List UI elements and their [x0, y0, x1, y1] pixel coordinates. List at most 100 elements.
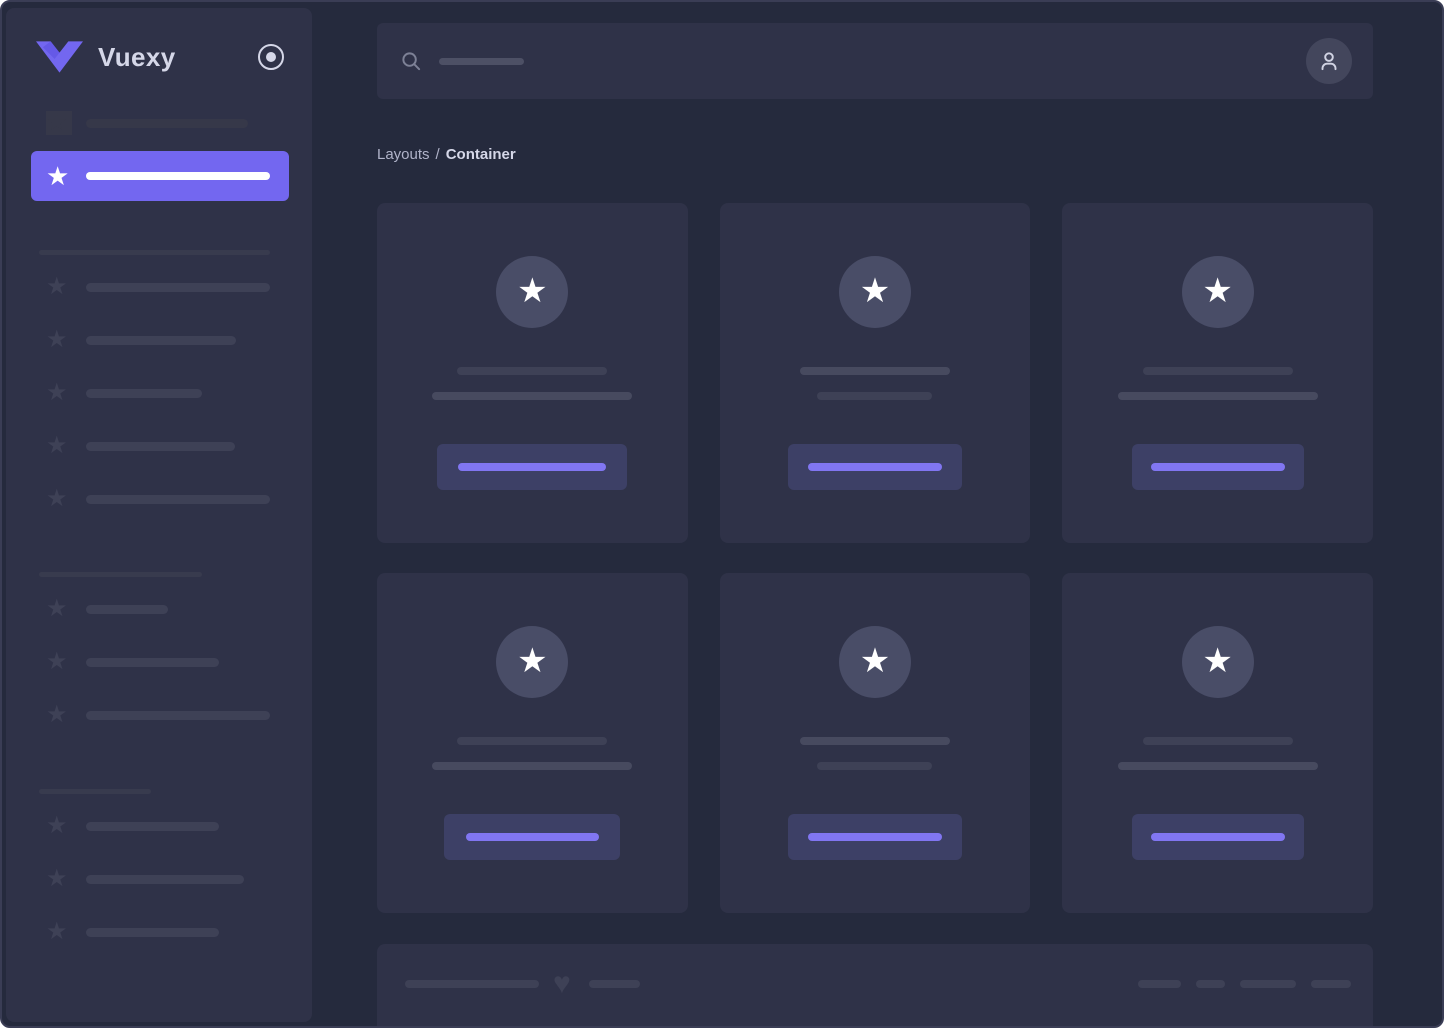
menu-label-placeholder	[86, 335, 236, 345]
sidebar-item-active[interactable]: ★	[31, 151, 289, 201]
card-avatar: ★	[1181, 626, 1254, 698]
card-avatar: ★	[838, 626, 911, 698]
sidebar-item[interactable]: ★	[31, 912, 289, 952]
search-icon	[402, 51, 421, 70]
card-subtitle-placeholder	[817, 392, 933, 400]
footer-links	[1138, 980, 1351, 988]
button-label-placeholder	[1150, 833, 1285, 841]
app-window: Vuexy ★ ★ ★ ★ ★ ★ ★ ★ ★ ★ ★ ★ ★ Layouts …	[0, 0, 1444, 1028]
sidebar-item[interactable]: ★	[31, 806, 289, 846]
heart-icon: ♥	[553, 967, 571, 1000]
card-title-placeholder	[1142, 737, 1293, 745]
footer-link-placeholder	[1196, 980, 1225, 988]
user-avatar[interactable]	[1306, 38, 1352, 84]
card-button[interactable]	[787, 444, 962, 490]
sidebar-menu: ★ ★ ★ ★ ★ ★ ★ ★ ★ ★ ★ ★ ★	[6, 103, 312, 965]
breadcrumb-current: Container	[445, 146, 516, 163]
search-bar[interactable]	[377, 23, 1373, 99]
button-label-placeholder	[458, 463, 607, 471]
footer-link-placeholder	[1311, 980, 1351, 988]
menu-label-placeholder	[86, 927, 219, 937]
star-icon: ★	[46, 812, 68, 839]
menu-pin-dot	[266, 52, 276, 62]
breadcrumb: Layouts / Container	[377, 146, 1373, 163]
card-title-placeholder	[1142, 367, 1293, 375]
menu-pin-icon[interactable]	[258, 44, 284, 70]
card-button[interactable]	[1131, 814, 1304, 860]
sidebar-item[interactable]: ★	[31, 642, 289, 682]
star-icon: ★	[46, 648, 68, 675]
placeholder-card: ★	[377, 203, 688, 543]
sidebar: Vuexy ★ ★ ★ ★ ★ ★ ★ ★ ★ ★ ★ ★ ★	[6, 8, 312, 1022]
search-placeholder-bar	[439, 57, 524, 65]
main-content: Layouts / Container ★ ★ ★ ★ ★ ★ ♥	[312, 2, 1442, 1026]
sidebar-item[interactable]: ★	[31, 373, 289, 413]
brand-row: Vuexy	[6, 39, 312, 75]
card-grid: ★ ★ ★ ★ ★ ★	[377, 203, 1373, 913]
placeholder-card: ★	[719, 203, 1031, 543]
menu-label-placeholder	[86, 821, 219, 831]
footer-text-placeholder	[588, 980, 640, 988]
star-icon: ★	[46, 595, 68, 622]
star-icon: ★	[1202, 272, 1233, 310]
menu-label-placeholder	[86, 657, 219, 667]
card-avatar: ★	[496, 626, 569, 698]
card-title-placeholder	[799, 367, 950, 375]
button-label-placeholder	[807, 463, 942, 471]
menu-label-placeholder	[86, 494, 270, 504]
star-icon: ★	[46, 485, 68, 512]
star-icon: ★	[46, 273, 68, 300]
menu-section-header-placeholder	[39, 789, 151, 794]
star-icon: ★	[46, 379, 68, 406]
menu-label-placeholder	[86, 874, 244, 884]
sidebar-item[interactable]: ★	[31, 320, 289, 360]
star-icon: ★	[46, 432, 68, 459]
card-button[interactable]	[444, 814, 621, 860]
menu-label-placeholder	[86, 441, 235, 451]
breadcrumb-separator: /	[435, 146, 440, 163]
menu-label-placeholder	[86, 282, 270, 292]
footer-link-placeholder	[1240, 980, 1296, 988]
card-subtitle-placeholder	[432, 762, 633, 770]
card-button[interactable]	[437, 444, 628, 490]
star-icon: ★	[46, 111, 72, 135]
footer-row: ♥	[405, 967, 1351, 1000]
button-label-placeholder	[465, 833, 599, 841]
sidebar-item[interactable]: ★	[31, 589, 289, 629]
button-label-placeholder	[1150, 463, 1285, 471]
card-title-placeholder	[457, 737, 608, 745]
menu-label-placeholder	[86, 172, 270, 180]
card-subtitle-placeholder	[817, 762, 933, 770]
placeholder-card: ★	[377, 573, 688, 913]
star-icon: ★	[46, 161, 70, 191]
star-icon: ★	[517, 272, 548, 310]
sidebar-item[interactable]: ★	[31, 859, 289, 899]
card-title-placeholder	[457, 367, 608, 375]
menu-label-placeholder	[86, 118, 248, 128]
sidebar-item[interactable]: ★	[31, 695, 289, 735]
star-icon: ★	[1202, 642, 1233, 680]
vuexy-logo-icon	[36, 41, 83, 73]
star-icon: ★	[859, 272, 891, 310]
star-icon: ★	[46, 701, 68, 728]
placeholder-card: ★	[719, 573, 1031, 913]
sidebar-item[interactable]: ★	[31, 426, 289, 466]
footer-link-placeholder	[1138, 980, 1181, 988]
sidebar-item[interactable]: ★	[31, 479, 289, 519]
person-icon	[1321, 52, 1337, 71]
sidebar-item[interactable]: ★	[31, 267, 289, 307]
menu-label-placeholder	[86, 388, 202, 398]
card-subtitle-placeholder	[1117, 762, 1318, 770]
breadcrumb-parent[interactable]: Layouts	[377, 146, 430, 163]
star-icon: ★	[46, 326, 68, 353]
card-button[interactable]	[1131, 444, 1304, 490]
menu-section-header-placeholder	[39, 250, 270, 255]
sidebar-item[interactable]: ★	[31, 103, 289, 143]
card-button[interactable]	[787, 814, 962, 860]
menu-label-placeholder	[86, 604, 168, 614]
card-avatar: ★	[1181, 256, 1254, 328]
footer-card: ♥	[377, 944, 1373, 1026]
star-icon: ★	[46, 918, 68, 945]
placeholder-card: ★	[1062, 573, 1373, 913]
star-icon: ★	[46, 865, 68, 892]
